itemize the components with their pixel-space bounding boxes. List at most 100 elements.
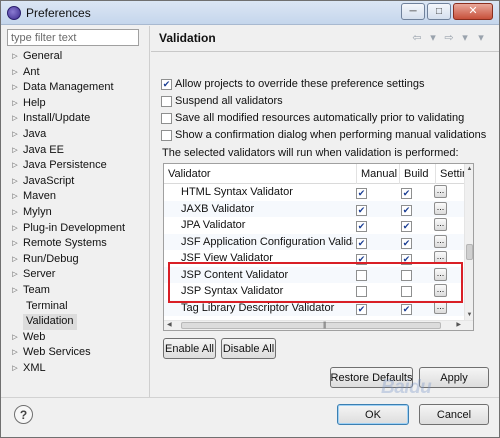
scroll-up-icon[interactable]: ▲ bbox=[465, 166, 473, 172]
build-checkbox[interactable] bbox=[401, 286, 412, 297]
column-header-build[interactable]: Build bbox=[400, 164, 436, 184]
suspend-validators-checkbox[interactable]: Suspend all validators bbox=[161, 95, 283, 107]
validator-settings-button[interactable]: ... bbox=[434, 201, 447, 215]
table-row[interactable]: Tag Library Descriptor Validator... bbox=[164, 299, 465, 316]
allow-override-checkbox[interactable]: Allow projects to override these prefere… bbox=[161, 78, 424, 90]
expand-arrow-icon[interactable]: ▷ bbox=[7, 189, 23, 205]
tree-item-xml[interactable]: ▷ XML bbox=[7, 361, 147, 377]
enable-all-button[interactable]: Enable All bbox=[163, 338, 216, 359]
vertical-scroll-thumb[interactable] bbox=[466, 244, 473, 260]
expand-arrow-icon[interactable]: ▷ bbox=[7, 236, 23, 252]
tree-item-data-management[interactable]: ▷ Data Management bbox=[7, 80, 147, 96]
tree-item-terminal[interactable]: Terminal bbox=[7, 299, 147, 315]
tree-item-web[interactable]: ▷ Web bbox=[7, 330, 147, 346]
table-row[interactable]: JSP Syntax Validator... bbox=[164, 283, 465, 300]
validator-settings-button[interactable]: ... bbox=[434, 185, 447, 198]
horizontal-scroll-thumb[interactable]: ||| bbox=[181, 322, 441, 329]
build-checkbox[interactable] bbox=[401, 269, 412, 281]
help-icon[interactable]: ? bbox=[14, 405, 33, 424]
tree-item-server[interactable]: ▷ Server bbox=[7, 267, 147, 283]
expand-arrow-icon[interactable]: ▷ bbox=[7, 80, 23, 96]
build-checkbox[interactable] bbox=[401, 237, 412, 249]
tree-item-validation[interactable]: Validation bbox=[7, 314, 147, 330]
menu-dropdown-icon[interactable]: ▾ bbox=[474, 31, 488, 44]
validator-settings-button[interactable]: ... bbox=[434, 234, 447, 248]
cancel-button[interactable]: Cancel bbox=[419, 404, 489, 425]
expand-arrow-icon[interactable]: ▷ bbox=[7, 205, 23, 221]
checkbox-box[interactable] bbox=[161, 112, 172, 124]
confirmation-dialog-checkbox[interactable]: Show a confirmation dialog when performi… bbox=[161, 129, 486, 141]
maximize-button[interactable]: □ bbox=[427, 3, 451, 20]
tree-item-javascript[interactable]: ▷ JavaScript bbox=[7, 174, 147, 190]
manual-checkbox[interactable] bbox=[356, 269, 367, 281]
expand-arrow-icon[interactable]: ▷ bbox=[7, 252, 23, 268]
expand-arrow-icon[interactable]: ▷ bbox=[7, 127, 23, 143]
manual-checkbox[interactable] bbox=[356, 204, 367, 216]
tree-item-mylyn[interactable]: ▷ Mylyn bbox=[7, 205, 147, 221]
validator-settings-button[interactable]: ... bbox=[434, 284, 447, 297]
scroll-down-icon[interactable]: ▼ bbox=[465, 312, 473, 318]
manual-checkbox[interactable] bbox=[356, 303, 367, 315]
expand-arrow-icon[interactable]: ▷ bbox=[7, 143, 23, 159]
build-checkbox[interactable] bbox=[401, 303, 412, 315]
horizontal-scrollbar[interactable]: ◀ ||| ▶ bbox=[164, 320, 473, 330]
save-resources-checkbox[interactable]: Save all modified resources automaticall… bbox=[161, 112, 464, 124]
expand-arrow-icon[interactable]: ▷ bbox=[7, 221, 23, 237]
expand-arrow-icon[interactable]: ▷ bbox=[7, 111, 23, 127]
filter-input[interactable] bbox=[7, 29, 139, 46]
checkbox-box[interactable] bbox=[161, 129, 172, 141]
table-row[interactable]: JSF Application Configuration Valida....… bbox=[164, 233, 465, 250]
expand-arrow-icon[interactable]: ▷ bbox=[7, 330, 23, 346]
back-dropdown-icon[interactable]: ▾ bbox=[426, 31, 440, 44]
apply-button[interactable]: Apply bbox=[419, 367, 489, 388]
ok-button[interactable]: OK bbox=[337, 404, 409, 425]
column-header-manual[interactable]: Manual bbox=[357, 164, 400, 184]
expand-arrow-icon[interactable]: ▷ bbox=[7, 283, 23, 299]
table-row[interactable]: JPA Validator... bbox=[164, 217, 465, 234]
validator-settings-button[interactable]: ... bbox=[434, 251, 447, 264]
tree-item-remote-systems[interactable]: ▷ Remote Systems bbox=[7, 236, 147, 252]
tree-item-java-ee[interactable]: ▷ Java EE bbox=[7, 143, 147, 159]
forward-arrow-icon[interactable]: ⇨ bbox=[442, 31, 456, 44]
tree-item-run-debug[interactable]: ▷ Run/Debug bbox=[7, 252, 147, 268]
manual-checkbox[interactable] bbox=[356, 237, 367, 249]
validator-settings-button[interactable]: ... bbox=[434, 218, 447, 231]
validator-settings-button[interactable]: ... bbox=[434, 267, 447, 281]
vertical-scrollbar[interactable]: ▲ ▼ bbox=[464, 164, 473, 320]
validator-settings-button[interactable]: ... bbox=[434, 300, 447, 314]
expand-arrow-icon[interactable]: ▷ bbox=[7, 345, 23, 361]
expand-arrow-icon[interactable]: ▷ bbox=[7, 158, 23, 174]
close-button[interactable]: ✕ bbox=[453, 3, 493, 20]
restore-defaults-button[interactable]: Restore Defaults bbox=[330, 367, 413, 388]
build-checkbox[interactable] bbox=[401, 221, 412, 232]
expand-arrow-icon[interactable]: ▷ bbox=[7, 65, 23, 81]
expand-arrow-icon[interactable]: ▷ bbox=[7, 174, 23, 190]
back-arrow-icon[interactable]: ⇦ bbox=[410, 31, 424, 44]
scroll-left-icon[interactable]: ◀ bbox=[167, 321, 172, 330]
table-row[interactable]: HTML Syntax Validator... bbox=[164, 184, 465, 201]
tree-item-java-persistence[interactable]: ▷ Java Persistence bbox=[7, 158, 147, 174]
minimize-button[interactable]: ─ bbox=[401, 3, 425, 20]
tree-item-team[interactable]: ▷ Team bbox=[7, 283, 147, 299]
tree-item-install-update[interactable]: ▷ Install/Update bbox=[7, 111, 147, 127]
forward-dropdown-icon[interactable]: ▾ bbox=[458, 31, 472, 44]
checkbox-box[interactable] bbox=[161, 95, 172, 107]
table-row[interactable]: JSP Content Validator... bbox=[164, 266, 465, 283]
pane-splitter[interactable] bbox=[149, 26, 150, 398]
tree-item-plug-in-development[interactable]: ▷ Plug-in Development bbox=[7, 221, 147, 237]
build-checkbox[interactable] bbox=[401, 188, 412, 199]
tree-item-maven[interactable]: ▷ Maven bbox=[7, 189, 147, 205]
expand-arrow-icon[interactable]: ▷ bbox=[7, 49, 23, 65]
tree-item-help[interactable]: ▷ Help bbox=[7, 96, 147, 112]
table-row[interactable]: JSF View Validator... bbox=[164, 250, 465, 267]
table-row[interactable]: JAXB Validator... bbox=[164, 200, 465, 217]
column-header-validator[interactable]: Validator bbox=[164, 164, 357, 184]
tree-item-java[interactable]: ▷ Java bbox=[7, 127, 147, 143]
build-checkbox[interactable] bbox=[401, 254, 412, 265]
expand-arrow-icon[interactable]: ▷ bbox=[7, 267, 23, 283]
tree-item-web-services[interactable]: ▷ Web Services bbox=[7, 345, 147, 361]
manual-checkbox[interactable] bbox=[356, 221, 367, 232]
manual-checkbox[interactable] bbox=[356, 286, 367, 297]
build-checkbox[interactable] bbox=[401, 204, 412, 216]
tree-item-general[interactable]: ▷ General bbox=[7, 49, 147, 65]
